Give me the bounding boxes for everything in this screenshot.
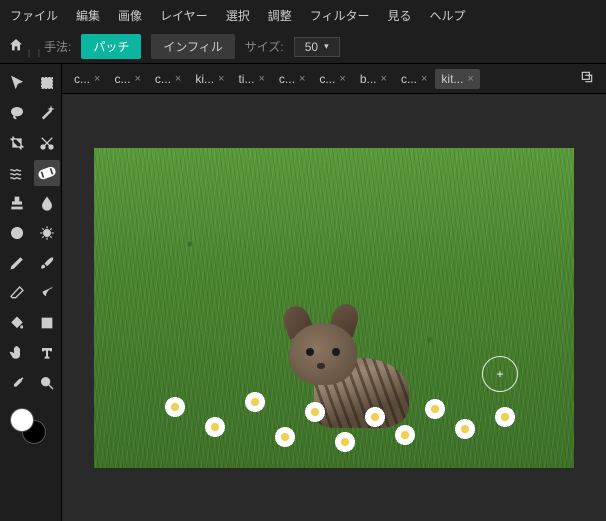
eraser-tool[interactable] bbox=[4, 280, 30, 306]
lasso-tool[interactable] bbox=[4, 100, 30, 126]
close-icon[interactable]: × bbox=[381, 73, 387, 85]
close-icon[interactable]: × bbox=[175, 73, 181, 85]
hand-tool[interactable] bbox=[4, 340, 30, 366]
canvas-area[interactable]: + bbox=[62, 94, 606, 521]
tab-6[interactable]: c...× bbox=[313, 69, 351, 89]
tab-7[interactable]: b...× bbox=[354, 69, 393, 89]
heal-tool[interactable] bbox=[34, 160, 60, 186]
document-tabs: c...× c...× c...× ki...× ti...× c...× c.… bbox=[62, 64, 606, 94]
shape-tool[interactable] bbox=[34, 310, 60, 336]
image-kitten bbox=[94, 148, 574, 468]
popout-icon[interactable] bbox=[574, 70, 600, 87]
liquify-tool[interactable] bbox=[4, 160, 30, 186]
home-icon[interactable] bbox=[8, 37, 24, 56]
close-icon[interactable]: × bbox=[339, 73, 345, 85]
menu-help[interactable]: ヘルプ bbox=[430, 7, 466, 24]
close-icon[interactable]: × bbox=[134, 73, 140, 85]
method-patch-button[interactable]: パッチ bbox=[81, 34, 141, 59]
close-icon[interactable]: × bbox=[258, 73, 264, 85]
stamp-tool[interactable] bbox=[4, 190, 30, 216]
fill-tool[interactable] bbox=[4, 310, 30, 336]
menu-select[interactable]: 選択 bbox=[226, 7, 250, 24]
tab-1[interactable]: c...× bbox=[108, 69, 146, 89]
tool-panel bbox=[0, 64, 62, 521]
gradient-tool[interactable] bbox=[34, 280, 60, 306]
close-icon[interactable]: × bbox=[421, 73, 427, 85]
menu-image[interactable]: 画像 bbox=[118, 7, 142, 24]
picker-tool[interactable] bbox=[4, 370, 30, 396]
foreground-color[interactable] bbox=[10, 408, 34, 432]
close-icon[interactable]: × bbox=[94, 73, 100, 85]
menu-file[interactable]: ファイル bbox=[10, 7, 58, 24]
tab-3[interactable]: ki...× bbox=[189, 69, 230, 89]
tab-2[interactable]: c...× bbox=[149, 69, 187, 89]
menu-view[interactable]: 見る bbox=[387, 7, 411, 24]
tab-5[interactable]: c...× bbox=[273, 69, 311, 89]
close-icon[interactable]: × bbox=[467, 73, 473, 85]
method-label: 手法: bbox=[44, 38, 71, 55]
menu-adjust[interactable]: 調整 bbox=[268, 7, 292, 24]
close-icon[interactable]: × bbox=[218, 73, 224, 85]
size-select[interactable]: 50 bbox=[294, 37, 340, 57]
method-infill-button[interactable]: インフィル bbox=[151, 34, 234, 59]
menu-layer[interactable]: レイヤー bbox=[160, 7, 208, 24]
zoom-tool[interactable] bbox=[34, 370, 60, 396]
menu-filter[interactable]: フィルター bbox=[310, 7, 370, 24]
close-icon[interactable]: × bbox=[299, 73, 305, 85]
pen-tool[interactable] bbox=[4, 250, 30, 276]
marquee-tool[interactable] bbox=[34, 70, 60, 96]
size-label: サイズ: bbox=[245, 38, 284, 55]
wand-tool[interactable] bbox=[34, 100, 60, 126]
type-tool[interactable] bbox=[34, 340, 60, 366]
tab-9[interactable]: kit...× bbox=[435, 69, 479, 89]
tab-8[interactable]: c...× bbox=[395, 69, 433, 89]
tab-0[interactable]: c...× bbox=[68, 69, 106, 89]
tool-options-bar: 手法: パッチ インフィル サイズ: 50 bbox=[0, 30, 606, 64]
cut-tool[interactable] bbox=[34, 130, 60, 156]
crop-tool[interactable] bbox=[4, 130, 30, 156]
color-swatch[interactable] bbox=[4, 406, 60, 446]
tab-4[interactable]: ti...× bbox=[232, 69, 270, 89]
brush-tool[interactable] bbox=[34, 250, 60, 276]
menu-bar: ファイル 編集 画像 レイヤー 選択 調整 フィルター 見る ヘルプ bbox=[0, 0, 606, 30]
arrow-tool[interactable] bbox=[4, 70, 30, 96]
sponge-tool[interactable] bbox=[34, 220, 60, 246]
dodge-tool[interactable] bbox=[4, 220, 30, 246]
menu-edit[interactable]: 編集 bbox=[76, 7, 100, 24]
blur-tool[interactable] bbox=[34, 190, 60, 216]
